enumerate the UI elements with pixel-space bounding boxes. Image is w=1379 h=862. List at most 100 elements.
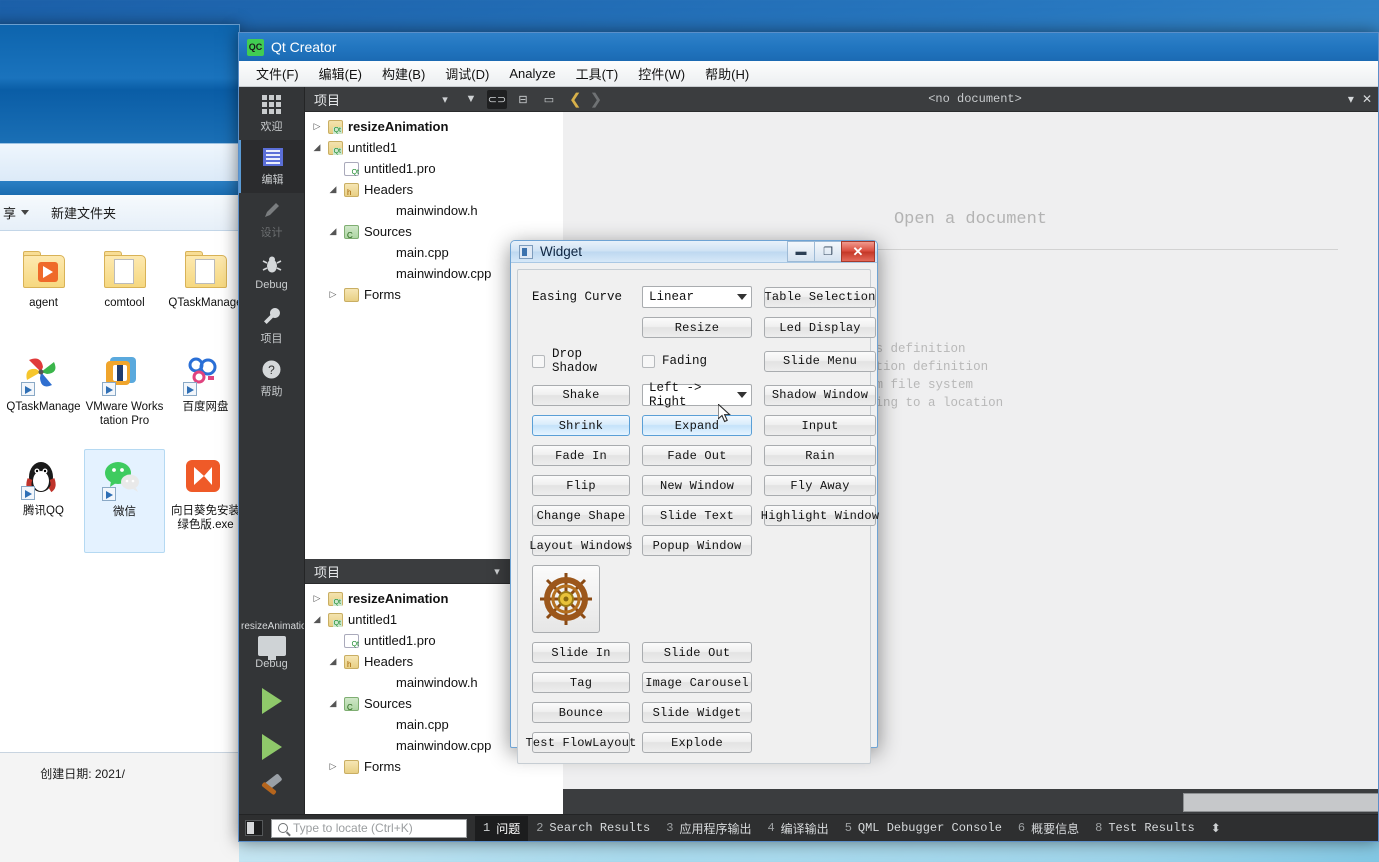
- explorer-toolbar[interactable]: 享 新建文件夹: [0, 195, 239, 231]
- up-down-arrows-icon[interactable]: ⬍: [1203, 821, 1229, 835]
- rain-button[interactable]: Rain: [764, 445, 876, 466]
- output-pane-button-4[interactable]: 4 编译输出: [759, 816, 836, 841]
- project-panel-header[interactable]: 项目 ▾ ▼ ⊂⊃ ⊟ ▭: [305, 87, 563, 112]
- filter-dropdown-icon-2[interactable]: ▾: [487, 562, 507, 581]
- tree-item[interactable]: ◢ untitled1: [305, 137, 563, 158]
- menu-item-6[interactable]: 控件(W): [629, 61, 694, 86]
- desktop-icon-comtool[interactable]: comtool: [84, 241, 165, 345]
- slide-text-button[interactable]: Slide Text: [642, 505, 752, 526]
- tree-collapsed-arrow-icon[interactable]: ▷: [311, 593, 323, 604]
- fading-checkbox[interactable]: Fading: [642, 354, 752, 368]
- desktop-icon-agent[interactable]: agent: [3, 241, 84, 345]
- mode-帮助[interactable]: ? 帮助: [239, 352, 304, 405]
- output-pane-button-1[interactable]: 1 问题: [475, 815, 529, 841]
- test-flowlayout-button[interactable]: Test FlowLayout: [525, 732, 636, 753]
- minimize-button[interactable]: ▬: [787, 241, 814, 262]
- desktop-icon-qtaskmanage-app[interactable]: QTaskManage: [3, 345, 84, 449]
- mode-编辑[interactable]: 编辑: [239, 140, 304, 193]
- desktop-icon-tencent-qq[interactable]: 腾讯QQ: [3, 449, 84, 553]
- bounce-button[interactable]: Bounce: [532, 702, 630, 723]
- fade-out-button[interactable]: Fade Out: [642, 445, 752, 466]
- kit-selector-button[interactable]: Debug: [239, 634, 304, 678]
- widget-dialog[interactable]: Widget ▬ ❐ ✕ Easing Curve Linear Table S…: [510, 240, 879, 764]
- drop-shadow-checkbox[interactable]: Drop Shadow: [532, 347, 630, 375]
- resize-button[interactable]: Resize: [642, 317, 752, 338]
- close-split-icon[interactable]: ▭: [539, 90, 559, 109]
- file-explorer-window[interactable]: 享 新建文件夹 agent comtool QTaskManage QTaskMana…: [0, 24, 243, 862]
- tree-expanded-arrow-icon[interactable]: ◢: [311, 142, 323, 153]
- desktop-icon-wechat[interactable]: 微信: [84, 449, 165, 553]
- slide-out-button[interactable]: Slide Out: [642, 642, 752, 663]
- slide-in-button[interactable]: Slide In: [532, 642, 630, 663]
- direction-select[interactable]: Left -> Right: [642, 381, 752, 409]
- link-sync-icon[interactable]: ⊂⊃: [487, 89, 507, 109]
- tree-item[interactable]: untitled1.pro: [305, 158, 563, 179]
- mode-Debug[interactable]: Debug: [239, 246, 304, 299]
- filter-dropdown-icon[interactable]: ▾: [435, 90, 455, 109]
- find-input[interactable]: ✕: [1182, 792, 1378, 812]
- tree-expanded-arrow-icon[interactable]: ◢: [311, 614, 323, 625]
- shrink-button[interactable]: Shrink: [532, 415, 630, 436]
- locator-input[interactable]: Type to locate (Ctrl+K): [271, 818, 467, 838]
- layout-windows-button[interactable]: Layout Windows: [529, 535, 633, 556]
- menu-item-4[interactable]: Analyze: [500, 63, 564, 84]
- output-pane-button-3[interactable]: 3 应用程序输出: [658, 816, 759, 841]
- menu-item-1[interactable]: 编辑(E): [310, 61, 371, 86]
- status-bar[interactable]: Type to locate (Ctrl+K) 1 问题 2 Search Resul…: [239, 814, 1378, 841]
- menu-item-2[interactable]: 构建(B): [373, 61, 434, 86]
- tree-collapsed-arrow-icon[interactable]: ▷: [327, 761, 339, 772]
- expand-button[interactable]: Expand: [642, 415, 752, 436]
- image-carousel-button[interactable]: Image Carousel: [642, 672, 752, 693]
- close-button[interactable]: ✕: [841, 241, 875, 262]
- chevron-left-icon[interactable]: ❮: [569, 90, 582, 108]
- shake-button[interactable]: Shake: [532, 384, 630, 406]
- menu-item-7[interactable]: 帮助(H): [696, 61, 758, 86]
- new-window-button[interactable]: New Window: [642, 475, 752, 496]
- highlight-window-button[interactable]: Highlight Window: [761, 505, 879, 526]
- shadow-window-button[interactable]: Shadow Window: [764, 384, 876, 406]
- output-pane-button-8[interactable]: 8 Test Results: [1087, 817, 1203, 839]
- split-add-icon[interactable]: ⊟: [513, 90, 533, 109]
- flip-button[interactable]: Flip: [532, 475, 630, 496]
- find-bar[interactable]: ✕ Find P: [563, 789, 1378, 814]
- input-button[interactable]: Input: [764, 415, 876, 436]
- maximize-button[interactable]: ❐: [814, 241, 841, 262]
- output-pane-button-2[interactable]: 2 Search Results: [528, 817, 658, 839]
- output-pane-button-5[interactable]: 5 QML Debugger Console: [837, 817, 1010, 839]
- debug-run-button[interactable]: [239, 724, 304, 770]
- desktop-icon-sunflower[interactable]: 向日葵免安装绿色版.exe: [165, 449, 246, 553]
- fade-in-button[interactable]: Fade In: [532, 445, 630, 466]
- share-menu-button[interactable]: 享: [3, 203, 30, 222]
- fly-away-button[interactable]: Fly Away: [764, 475, 876, 496]
- tree-collapsed-arrow-icon[interactable]: ▷: [311, 121, 323, 132]
- desktop-icon-baidu-netdisk[interactable]: 百度网盘: [165, 345, 246, 449]
- editor-toolbar[interactable]: ❮ ❯ <no document> ▾ ✕: [563, 87, 1378, 112]
- mode-selector-bar[interactable]: 欢迎编辑设计 Debug 项目? 帮助 resizeAnimation Debug: [239, 87, 305, 814]
- explorer-file-area[interactable]: agent comtool QTaskManage QTaskManage VMware…: [0, 231, 243, 753]
- tag-button[interactable]: Tag: [532, 672, 630, 693]
- menu-item-5[interactable]: 工具(T): [567, 61, 628, 86]
- tree-expanded-arrow-icon[interactable]: ◢: [327, 226, 339, 237]
- ship-wheel-button[interactable]: [532, 565, 600, 633]
- kit-selector-area[interactable]: resizeAnimation Debug: [239, 615, 304, 814]
- tree-item[interactable]: ▷ resizeAnimation: [305, 116, 563, 137]
- slide-widget-button[interactable]: Slide Widget: [642, 702, 752, 723]
- popup-window-button[interactable]: Popup Window: [642, 535, 752, 556]
- slide-menu-button[interactable]: Slide Menu: [764, 350, 876, 372]
- easing-curve-select[interactable]: Linear: [642, 286, 752, 308]
- mode-欢迎[interactable]: 欢迎: [239, 87, 304, 140]
- desktop-icon-qtaskmanage-folder[interactable]: QTaskManage: [165, 241, 246, 345]
- tree-item[interactable]: mainwindow.h: [305, 200, 563, 221]
- change-shape-button[interactable]: Change Shape: [532, 505, 630, 526]
- menu-item-0[interactable]: 文件(F): [247, 61, 308, 86]
- build-button[interactable]: [259, 773, 285, 802]
- tree-expanded-arrow-icon[interactable]: ◢: [327, 698, 339, 709]
- led-display-button[interactable]: Led Display: [764, 317, 876, 338]
- tree-collapsed-arrow-icon[interactable]: ▷: [327, 289, 339, 300]
- desktop-icon-vmware[interactable]: VMware Workstation Pro: [84, 345, 165, 449]
- menu-item-3[interactable]: 调试(D): [436, 61, 498, 86]
- table-selection-button[interactable]: Table Selection: [764, 286, 876, 308]
- tree-item[interactable]: ◢ Sources: [305, 221, 563, 242]
- explode-button[interactable]: Explode: [642, 732, 752, 753]
- menu-bar[interactable]: 文件(F) 编辑(E) 构建(B) 调试(D) Analyze 工具(T) 控件(W) 帮助(…: [239, 61, 1378, 87]
